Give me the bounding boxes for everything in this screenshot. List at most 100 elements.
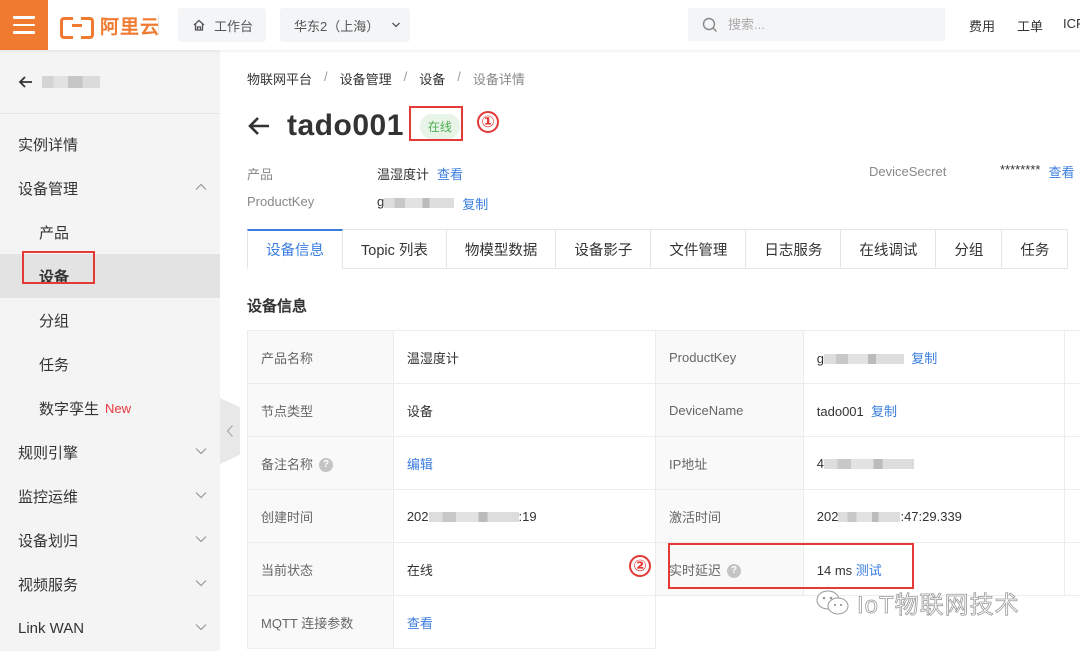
workbench-button[interactable]: 工作台 <box>178 8 266 42</box>
sidebar-collapse-handle[interactable] <box>220 398 240 464</box>
annotation-marker-1: ① <box>477 111 499 133</box>
sidebar-item-label: 任务 <box>39 356 70 374</box>
workbench-label: 工作台 <box>214 18 254 34</box>
tab-file-management[interactable]: 文件管理 <box>651 229 747 269</box>
tab-device-shadow[interactable]: 设备影子 <box>556 229 652 269</box>
help-icon[interactable]: ? <box>319 458 334 473</box>
label-mqtt-params: MQTT 连接参数 <box>247 595 394 649</box>
tab-jobs[interactable]: 任务 <box>1002 229 1069 269</box>
watermark-text: IoT物联网技术 <box>857 592 1020 620</box>
breadcrumb-separator: / <box>457 69 461 84</box>
hamburger-menu-button[interactable] <box>0 0 48 50</box>
sidebar-item-groups[interactable]: 分组 <box>0 298 220 342</box>
tab-log-service[interactable]: 日志服务 <box>746 229 842 269</box>
chevron-down-icon <box>195 536 207 543</box>
sidebar-item-label: 设备划归 <box>18 532 79 550</box>
aliyun-logo[interactable]: 阿里云 <box>60 13 160 39</box>
tab-groups[interactable]: 分组 <box>936 229 1003 269</box>
sidebar-item-video-service[interactable]: 视频服务 <box>0 562 220 606</box>
empty-cell <box>1064 330 1080 384</box>
value-created-time: 202:19 <box>392 489 657 543</box>
ticket-link[interactable]: 工单 <box>1017 16 1043 35</box>
label-remark-name: 备注名称? <box>247 436 394 490</box>
view-devicesecret-link[interactable]: 查看 <box>1048 162 1074 181</box>
instance-name-blurred <box>42 75 100 88</box>
tab-topic-list[interactable]: Topic 列表 <box>343 229 447 269</box>
label-productkey: ProductKey <box>655 330 804 384</box>
sidebar-back-button[interactable] <box>0 50 220 114</box>
productkey-label: ProductKey <box>247 194 315 209</box>
section-title: 设备信息 <box>247 298 308 315</box>
productkey-value: g 复制 <box>377 194 488 213</box>
icp-link[interactable]: ICP <box>1063 16 1080 31</box>
sidebar-item-rules-engine[interactable]: 规则引擎 <box>0 430 220 474</box>
sidebar-item-jobs[interactable]: 任务 <box>0 342 220 386</box>
watermark: IoT物联网技术 <box>815 585 1020 620</box>
label-created-time: 创建时间 <box>247 489 394 543</box>
product-value: 温湿度计 查看 <box>377 164 463 183</box>
copy-devicename-link[interactable]: 复制 <box>871 404 897 419</box>
sidebar-item-label: 监控运维 <box>18 488 79 506</box>
breadcrumb-iot-platform[interactable]: 物联网平台 <box>247 69 312 88</box>
sidebar-item-label: 数字孪生 <box>39 400 100 418</box>
copy-productkey-link[interactable]: 复制 <box>911 351 937 366</box>
label-activated-time: 激活时间 <box>655 489 804 543</box>
detail-tabs: 设备信息 Topic 列表 物模型数据 设备影子 文件管理 日志服务 在线调试 … <box>247 229 1069 269</box>
devicesecret-label: DeviceSecret <box>869 164 947 179</box>
back-arrow-icon[interactable] <box>247 116 271 136</box>
sidebar-item-device-management[interactable]: 设备管理 <box>0 166 220 210</box>
sidebar-item-link-wan[interactable]: Link WAN <box>0 606 220 650</box>
breadcrumb-current: 设备详情 <box>472 72 525 87</box>
title-row: tado001 在线 <box>247 106 460 146</box>
sidebar-item-label: 实例详情 <box>18 136 79 154</box>
test-latency-link[interactable]: 测试 <box>856 563 882 578</box>
view-mqtt-params-link[interactable]: 查看 <box>407 616 433 631</box>
empty-cell <box>1064 436 1080 490</box>
sidebar-item-digital-twin[interactable]: 数字孪生 New <box>0 386 220 430</box>
copy-productkey-link[interactable]: 复制 <box>462 194 488 213</box>
breadcrumb-devices[interactable]: 设备 <box>419 69 445 88</box>
sidebar-item-device-distribution[interactable]: 设备划归 <box>0 518 220 562</box>
label-devicename: DeviceName <box>655 383 804 437</box>
value-current-status: 在线 <box>392 542 657 596</box>
help-icon[interactable]: ? <box>727 564 742 579</box>
sidebar-item-monitoring[interactable]: 监控运维 <box>0 474 220 518</box>
sidebar-item-label: 产品 <box>39 224 70 242</box>
breadcrumb-separator: / <box>403 69 408 84</box>
empty-cell <box>1064 489 1080 543</box>
annotation-marker-2: ② <box>629 555 651 577</box>
sidebar-item-products[interactable]: 产品 <box>0 210 220 254</box>
empty-cell <box>1064 383 1080 437</box>
main-content: 物联网平台 / 设备管理 / 设备 / 设备详情 tado001 在线 ① 产品… <box>240 50 1080 651</box>
label-product-name: 产品名称 <box>247 330 394 384</box>
value-ip-address: 4 <box>802 436 1066 490</box>
breadcrumb-device-management[interactable]: 设备管理 <box>340 69 392 88</box>
chevron-down-icon <box>195 448 207 455</box>
sidebar-item-label: Link WAN <box>18 619 85 637</box>
search-box[interactable] <box>688 8 945 41</box>
breadcrumb-separator: / <box>324 69 328 84</box>
tab-device-info[interactable]: 设备信息 <box>247 229 343 269</box>
empty-cell <box>656 596 804 649</box>
table-row: 产品名称 温湿度计 ProductKey g 复制 <box>247 330 1080 384</box>
redacted-value <box>838 512 901 523</box>
sidebar: 实例详情 设备管理 产品 设备 分组 任务 数字孪生 New 规则引擎 监控运维 … <box>0 50 220 651</box>
chevron-down-icon <box>195 492 207 499</box>
region-selector[interactable]: 华东2（上海） <box>280 8 410 42</box>
home-icon <box>193 19 205 31</box>
product-name: 温湿度计 <box>377 167 430 182</box>
search-input[interactable] <box>728 17 928 32</box>
edit-remark-link[interactable]: 编辑 <box>407 457 433 472</box>
billing-link[interactable]: 费用 <box>969 16 995 35</box>
view-product-link[interactable]: 查看 <box>437 164 463 183</box>
chevron-down-icon <box>195 580 207 587</box>
sidebar-item-label: 分组 <box>39 312 70 330</box>
sidebar-item-instance-details[interactable]: 实例详情 <box>0 122 220 166</box>
chevron-up-icon <box>195 183 207 190</box>
empty-cell <box>1065 596 1080 649</box>
tab-online-debug[interactable]: 在线调试 <box>841 229 937 269</box>
empty-cell <box>1064 542 1080 596</box>
table-row: 节点类型 设备 DeviceName tado001 复制 <box>247 383 1080 437</box>
tab-thing-model-data[interactable]: 物模型数据 <box>446 229 557 269</box>
sidebar-item-devices[interactable]: 设备 <box>0 254 220 298</box>
